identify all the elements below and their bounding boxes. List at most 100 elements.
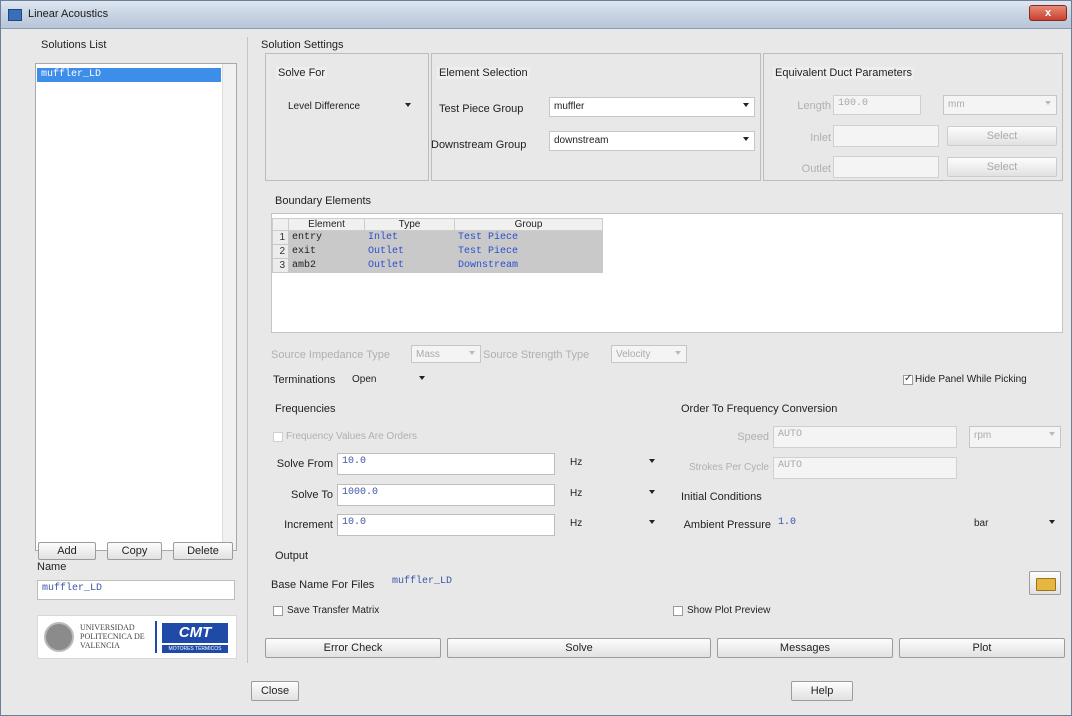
row-number: 3: [272, 258, 289, 273]
upv-seal-icon: [44, 622, 74, 652]
type-cell[interactable]: Outlet: [364, 258, 455, 273]
logo-area: UNIVERSIDAD POLITECNICA DE VALENCIA CMT …: [37, 615, 237, 659]
save-transfer-label: Save Transfer Matrix: [287, 605, 380, 616]
solutions-list-scrollbar[interactable]: [222, 64, 236, 550]
chevron-down-icon: [469, 351, 475, 355]
base-name-field[interactable]: muffler_LD: [387, 573, 1025, 595]
duct-outlet-label: Outlet: [801, 163, 831, 175]
hide-panel-label: Hide Panel While Picking: [915, 374, 1027, 385]
hide-panel-checkbox[interactable]: [903, 373, 913, 385]
delete-solution-button[interactable]: Delete: [173, 542, 233, 560]
terminations-value: Open: [352, 374, 377, 385]
test-piece-group-label: Test Piece Group: [439, 103, 524, 115]
solve-for-label: Solve For: [276, 67, 328, 79]
strokes-field[interactable]: AUTO: [773, 457, 957, 479]
help-button[interactable]: Help: [791, 681, 853, 701]
element-selection-label: Element Selection: [437, 67, 530, 79]
table-row[interactable]: 3 amb2 Outlet Downstream: [272, 258, 603, 273]
downstream-group-value: downstream: [554, 135, 609, 146]
ambient-pressure-unit-value: bar: [974, 518, 989, 529]
initial-conditions-label: Initial Conditions: [681, 491, 762, 503]
row-number: 2: [272, 244, 289, 259]
downstream-group-select[interactable]: downstream: [549, 131, 755, 151]
column-header-group[interactable]: Group: [454, 218, 603, 231]
duct-length-unit-value: mm: [948, 99, 965, 110]
title-bar: Linear Acoustics x: [1, 1, 1071, 29]
terminations-select[interactable]: Open: [347, 370, 431, 388]
duct-inlet-label: Inlet: [810, 132, 831, 144]
source-strength-value: Velocity: [616, 349, 651, 360]
duct-inlet-field[interactable]: [833, 125, 939, 147]
source-strength-select[interactable]: Velocity: [611, 345, 687, 363]
browse-folder-button[interactable]: [1029, 571, 1061, 595]
show-plot-preview-checkbox[interactable]: [673, 606, 683, 616]
solve-to-unit-select[interactable]: Hz: [565, 484, 661, 506]
element-cell[interactable]: amb2: [288, 258, 365, 273]
source-impedance-select[interactable]: Mass: [411, 345, 481, 363]
group-cell[interactable]: Test Piece: [454, 230, 603, 245]
boundary-elements-table[interactable]: Element Type Group 1 entry Inlet Test Pi…: [271, 213, 1063, 333]
column-header-element[interactable]: Element: [288, 218, 365, 231]
solve-from-label: Solve From: [276, 458, 333, 470]
solve-button[interactable]: Solve: [447, 638, 711, 658]
source-strength-label: Source Strength Type: [483, 349, 590, 361]
speed-unit-select[interactable]: rpm: [969, 426, 1061, 448]
increment-field[interactable]: 10.0: [337, 514, 555, 536]
group-cell[interactable]: Test Piece: [454, 244, 603, 259]
select-outlet-button[interactable]: Select: [947, 157, 1057, 177]
group-cell[interactable]: Downstream: [454, 258, 603, 273]
test-piece-group-select[interactable]: muffler: [549, 97, 755, 117]
boundary-elements-label: Boundary Elements: [275, 195, 371, 207]
speed-field[interactable]: AUTO: [773, 426, 957, 448]
downstream-group-label: Downstream Group: [431, 139, 527, 151]
solve-to-unit-value: Hz: [570, 488, 583, 499]
error-check-button[interactable]: Error Check: [265, 638, 441, 658]
chevron-down-icon: [1049, 432, 1055, 436]
chevron-down-icon: [419, 376, 425, 380]
column-header-type[interactable]: Type: [364, 218, 455, 231]
solve-from-field[interactable]: 10.0: [337, 453, 555, 475]
messages-button[interactable]: Messages: [717, 638, 893, 658]
type-cell[interactable]: Inlet: [364, 230, 455, 245]
solution-name-field[interactable]: muffler_LD: [37, 580, 235, 600]
plot-button[interactable]: Plot: [899, 638, 1065, 658]
solutions-list-item[interactable]: muffler_LD: [37, 68, 221, 82]
solve-to-field[interactable]: 1000.0: [337, 484, 555, 506]
solutions-list[interactable]: muffler_LD: [35, 63, 237, 551]
duct-outlet-field[interactable]: [833, 156, 939, 178]
duct-length-label: Length: [797, 100, 831, 112]
table-row[interactable]: 1 entry Inlet Test Piece: [272, 230, 603, 245]
select-inlet-button[interactable]: Select: [947, 126, 1057, 146]
window-close-button[interactable]: x: [1029, 5, 1067, 21]
folder-icon: [1036, 578, 1056, 591]
chevron-down-icon: [1049, 520, 1055, 524]
equivalent-duct-label: Equivalent Duct Parameters: [773, 67, 914, 79]
chevron-down-icon: [743, 103, 749, 107]
window-title: Linear Acoustics: [28, 8, 109, 20]
solve-for-select[interactable]: Level Difference: [283, 97, 417, 115]
ambient-pressure-unit-select[interactable]: bar: [969, 514, 1061, 536]
close-button[interactable]: Close: [251, 681, 299, 701]
increment-unit-select[interactable]: Hz: [565, 514, 661, 536]
copy-solution-button[interactable]: Copy: [107, 542, 162, 560]
save-transfer-checkbox[interactable]: [273, 606, 283, 616]
ambient-pressure-label: Ambient Pressure: [683, 519, 771, 531]
ambient-pressure-field[interactable]: 1.0: [773, 514, 957, 536]
type-cell[interactable]: Outlet: [364, 244, 455, 259]
solutions-list-label: Solutions List: [41, 39, 107, 51]
frequency-orders-checkbox[interactable]: [273, 432, 283, 442]
base-name-label: Base Name For Files: [271, 579, 375, 591]
add-solution-button[interactable]: Add: [38, 542, 96, 560]
row-number: 1: [272, 230, 289, 245]
duct-length-unit-select[interactable]: mm: [943, 95, 1057, 115]
solve-from-unit-select[interactable]: Hz: [565, 453, 661, 475]
chevron-down-icon: [649, 520, 655, 524]
linear-acoustics-window: Linear Acoustics x Solutions List muffle…: [0, 0, 1072, 716]
element-cell[interactable]: entry: [288, 230, 365, 245]
test-piece-group-value: muffler: [554, 101, 585, 112]
table-row[interactable]: 2 exit Outlet Test Piece: [272, 244, 603, 259]
name-label: Name: [37, 561, 67, 573]
element-cell[interactable]: exit: [288, 244, 365, 259]
duct-length-field[interactable]: 100.0: [833, 95, 921, 115]
source-impedance-label: Source Impedance Type: [271, 349, 391, 361]
